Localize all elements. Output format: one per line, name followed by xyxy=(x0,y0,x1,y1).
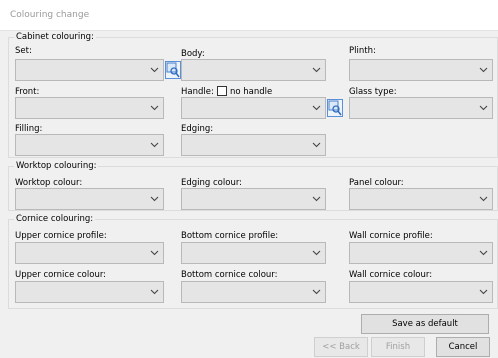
filling-label: Filling: xyxy=(15,124,43,134)
front-dropdown[interactable] xyxy=(15,97,164,119)
chevron-down-icon xyxy=(312,105,321,111)
window-titlebar: Colouring change xyxy=(0,0,498,31)
bottom-cornice-profile-dropdown[interactable] xyxy=(181,242,326,264)
wall-cornice-colour-dropdown[interactable] xyxy=(349,281,493,303)
chevron-down-icon xyxy=(312,289,321,295)
worktop-colour-dropdown[interactable] xyxy=(15,188,164,210)
body-label: Body: xyxy=(181,49,205,59)
filling-dropdown[interactable] xyxy=(15,134,164,156)
chevron-down-icon xyxy=(479,105,488,111)
handle-dropdown[interactable] xyxy=(181,97,326,119)
edging-label: Edging: xyxy=(181,124,214,134)
chevron-down-icon xyxy=(479,196,488,202)
window-title: Colouring change xyxy=(10,10,90,20)
edging-dropdown[interactable] xyxy=(181,134,326,156)
set-dropdown[interactable] xyxy=(15,59,164,81)
worktop-colouring-title: Worktop colouring: xyxy=(14,161,99,171)
bottom-cornice-colour-label: Bottom cornice colour: xyxy=(181,270,278,280)
cabinet-colouring-title: Cabinet colouring: xyxy=(14,32,96,42)
worktop-colour-label: Worktop colour: xyxy=(15,178,83,188)
finish-button[interactable]: Finish xyxy=(371,337,425,357)
no-handle-checkbox[interactable] xyxy=(217,86,227,96)
edging-colour-dropdown[interactable] xyxy=(181,188,326,210)
chevron-down-icon xyxy=(312,250,321,256)
plinth-label: Plinth: xyxy=(349,46,376,56)
worktop-colouring-group: Worktop colouring: Worktop colour: Edgin… xyxy=(8,161,498,211)
wall-cornice-profile-dropdown[interactable] xyxy=(349,242,493,264)
panel-colour-label: Panel colour: xyxy=(349,178,404,188)
set-label: Set: xyxy=(15,46,32,56)
chevron-down-icon xyxy=(150,196,159,202)
save-as-default-button[interactable]: Save as default xyxy=(361,314,489,334)
upper-cornice-profile-label: Upper cornice profile: xyxy=(15,231,107,241)
cornice-colouring-group: Cornice colouring: Upper cornice profile… xyxy=(8,214,498,309)
bottom-cornice-profile-label: Bottom cornice profile: xyxy=(181,231,279,241)
handle-color-picker-button[interactable] xyxy=(327,99,343,117)
wall-cornice-colour-label: Wall cornice colour: xyxy=(349,270,433,280)
chevron-down-icon xyxy=(150,289,159,295)
upper-cornice-colour-label: Upper cornice colour: xyxy=(15,270,107,280)
cancel-button[interactable]: Cancel xyxy=(436,337,490,357)
chevron-down-icon xyxy=(479,289,488,295)
body-dropdown[interactable] xyxy=(181,59,326,81)
panel-colour-dropdown[interactable] xyxy=(349,188,493,210)
handle-label: Handle: xyxy=(181,87,214,97)
wall-cornice-profile-label: Wall cornice profile: xyxy=(349,231,433,241)
cornice-colouring-title: Cornice colouring: xyxy=(14,214,96,224)
back-button[interactable]: << Back xyxy=(314,337,368,357)
color-picker-icon xyxy=(166,62,180,78)
set-color-picker-button[interactable] xyxy=(165,61,181,79)
plinth-dropdown[interactable] xyxy=(349,59,493,81)
glass-type-label: Glass type: xyxy=(349,87,397,97)
edging-colour-label: Edging colour: xyxy=(181,178,243,188)
bottom-cornice-colour-dropdown[interactable] xyxy=(181,281,326,303)
glass-type-dropdown[interactable] xyxy=(349,97,493,119)
chevron-down-icon xyxy=(150,67,159,73)
cabinet-colouring-group: Cabinet colouring: Set: Body: Plinth: Fr… xyxy=(8,32,498,158)
upper-cornice-profile-dropdown[interactable] xyxy=(15,242,164,264)
chevron-down-icon xyxy=(312,67,321,73)
chevron-down-icon xyxy=(150,105,159,111)
color-picker-icon xyxy=(328,100,342,116)
chevron-down-icon xyxy=(150,142,159,148)
chevron-down-icon xyxy=(312,196,321,202)
no-handle-label: no handle xyxy=(230,87,273,97)
chevron-down-icon xyxy=(479,250,488,256)
front-label: Front: xyxy=(15,87,40,97)
upper-cornice-colour-dropdown[interactable] xyxy=(15,281,164,303)
chevron-down-icon xyxy=(312,142,321,148)
chevron-down-icon xyxy=(150,250,159,256)
chevron-down-icon xyxy=(479,67,488,73)
